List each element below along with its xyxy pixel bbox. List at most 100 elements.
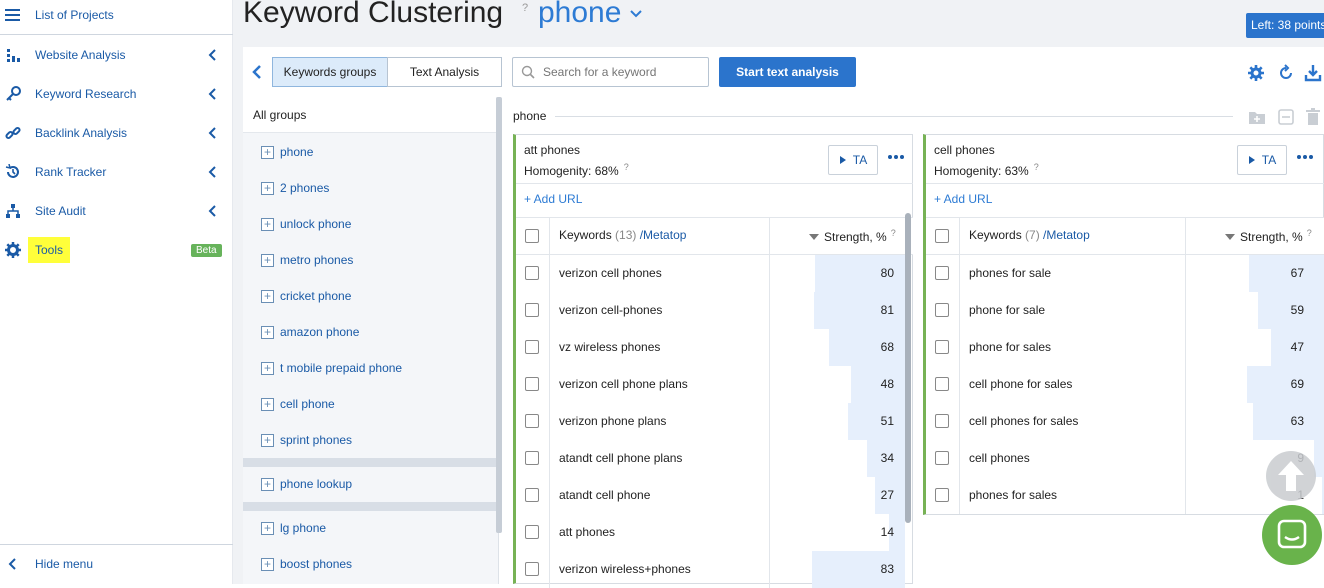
help-icon[interactable]: ?	[1034, 162, 1039, 172]
add-folder-icon[interactable]	[1248, 108, 1266, 126]
tree-item[interactable]: + phone lookup	[261, 476, 352, 492]
all-groups-header[interactable]: All groups	[243, 97, 496, 133]
download-icon[interactable]	[1304, 64, 1322, 82]
expand-icon[interactable]: +	[261, 557, 274, 571]
table-row[interactable]: att phones 14	[516, 514, 913, 551]
sidebar-item-rank-tracker[interactable]: Rank Tracker	[0, 154, 233, 190]
tab-keywords-groups[interactable]: Keywords groups	[272, 57, 388, 87]
sidebar-item-backlink-analysis[interactable]: Backlink Analysis	[0, 115, 233, 151]
metatop-link[interactable]: /Metatop	[1043, 228, 1090, 242]
row-checkbox[interactable]	[935, 488, 949, 502]
tree-item[interactable]: + cricket phone	[261, 288, 351, 304]
select-all-checkbox[interactable]	[935, 229, 949, 243]
sidebar-item-keyword-research[interactable]: Keyword Research	[0, 76, 233, 112]
select-all-checkbox[interactable]	[525, 229, 539, 243]
row-checkbox[interactable]	[935, 414, 949, 428]
tree-item[interactable]: + boost phones	[261, 556, 352, 572]
help-icon[interactable]: ?	[1307, 228, 1312, 238]
more-options-icon[interactable]	[887, 154, 905, 160]
text-analysis-button[interactable]: TA	[1237, 145, 1287, 175]
tree-item[interactable]: + amazon phone	[261, 324, 359, 340]
collapse-icon[interactable]	[1277, 108, 1295, 126]
row-checkbox[interactable]	[525, 525, 539, 539]
help-icon[interactable]: ?	[522, 2, 528, 14]
expand-icon[interactable]: +	[261, 145, 274, 159]
expand-icon[interactable]: +	[261, 433, 274, 447]
row-checkbox[interactable]	[525, 340, 539, 354]
table-row[interactable]: atandt cell phone 27	[516, 477, 913, 514]
row-checkbox[interactable]	[525, 488, 539, 502]
table-row[interactable]: verizon cell-phones 81	[516, 292, 913, 329]
tree-item[interactable]: +2 phones	[261, 180, 329, 196]
card-scrollbar[interactable]	[905, 213, 911, 523]
row-checkbox[interactable]	[525, 414, 539, 428]
table-row[interactable]: cell phone for sales 69	[926, 366, 1324, 403]
tree-item[interactable]: + t mobile prepaid phone	[261, 360, 402, 376]
tree-item[interactable]: + metro phones	[261, 252, 353, 268]
row-checkbox[interactable]	[525, 451, 539, 465]
expand-icon[interactable]: +	[261, 217, 274, 231]
table-row[interactable]: phones for sale 67	[926, 255, 1324, 292]
table-row[interactable]: cell phones 9	[926, 440, 1324, 477]
text-analysis-button[interactable]: TA	[828, 145, 878, 175]
start-text-analysis-button[interactable]: Start text analysis	[719, 57, 856, 87]
tree-item[interactable]: + lg phone	[261, 520, 326, 536]
tab-text-analysis[interactable]: Text Analysis	[387, 57, 502, 87]
tree-item[interactable]: + unlock phone	[261, 216, 351, 232]
row-checkbox[interactable]	[935, 340, 949, 354]
search-input[interactable]	[543, 64, 703, 80]
add-url-link[interactable]: + Add URL	[524, 192, 582, 206]
tree-item[interactable]: + cell phone	[261, 396, 335, 412]
row-checkbox[interactable]	[935, 451, 949, 465]
back-arrow-icon[interactable]	[250, 63, 264, 81]
sidebar-item-list-of-projects[interactable]: List of Projects	[0, 0, 233, 33]
help-icon[interactable]: ?	[624, 162, 629, 172]
tree-scrollbar[interactable]	[496, 97, 502, 533]
expand-icon[interactable]: +	[261, 181, 274, 195]
table-row[interactable]: verizon cell phones 80	[516, 255, 913, 292]
chat-button[interactable]	[1262, 505, 1322, 565]
expand-icon[interactable]: +	[261, 397, 274, 411]
search-field[interactable]	[512, 57, 709, 87]
settings-gear-icon[interactable]	[1247, 64, 1265, 82]
row-checkbox[interactable]	[525, 562, 539, 576]
row-checkbox[interactable]	[935, 377, 949, 391]
sidebar-item-website-analysis[interactable]: Website Analysis	[0, 37, 233, 73]
strength-column-header[interactable]: Strength, %?	[809, 228, 896, 244]
expand-icon[interactable]: +	[261, 289, 274, 303]
expand-icon[interactable]: +	[261, 325, 274, 339]
chevron-down-icon[interactable]	[630, 10, 642, 18]
row-checkbox[interactable]	[935, 266, 949, 280]
keywords-column-header[interactable]: Keywords (13) /Metatop	[559, 228, 686, 242]
table-row[interactable]: cell phones for sales 63	[926, 403, 1324, 440]
tree-item[interactable]: + phone	[261, 144, 313, 160]
metatop-link[interactable]: /Metatop	[640, 228, 687, 242]
expand-icon[interactable]: +	[261, 253, 274, 267]
help-icon[interactable]: ?	[891, 228, 896, 238]
table-row[interactable]: verizon wireless+phones 83	[516, 551, 913, 588]
strength-column-header[interactable]: Strength, %?	[1225, 228, 1312, 244]
table-row[interactable]: verizon phone plans 51	[516, 403, 913, 440]
refresh-icon[interactable]	[1277, 64, 1295, 82]
table-row[interactable]: vz wireless phones 68	[516, 329, 913, 366]
row-checkbox[interactable]	[525, 266, 539, 280]
trash-icon[interactable]	[1304, 108, 1322, 126]
hide-menu-button[interactable]: Hide menu	[0, 546, 233, 582]
scroll-to-top-button[interactable]	[1266, 451, 1316, 501]
table-row[interactable]: atandt cell phone plans 34	[516, 440, 913, 477]
add-url-link[interactable]: + Add URL	[934, 192, 992, 206]
keywords-column-header[interactable]: Keywords (7) /Metatop	[969, 228, 1090, 242]
expand-icon[interactable]: +	[261, 521, 274, 535]
expand-icon[interactable]: +	[261, 361, 274, 375]
row-checkbox[interactable]	[935, 303, 949, 317]
project-selector[interactable]: phone	[538, 0, 621, 30]
row-checkbox[interactable]	[525, 377, 539, 391]
tree-item[interactable]: + sprint phones	[261, 432, 352, 448]
expand-icon[interactable]: +	[261, 477, 274, 491]
more-options-icon[interactable]	[1296, 154, 1314, 160]
table-row[interactable]: phone for sales 47	[926, 329, 1324, 366]
table-row[interactable]: verizon cell phone plans 48	[516, 366, 913, 403]
sidebar-item-site-audit[interactable]: Site Audit	[0, 193, 233, 229]
row-checkbox[interactable]	[525, 303, 539, 317]
table-row[interactable]: phone for sale 59	[926, 292, 1324, 329]
